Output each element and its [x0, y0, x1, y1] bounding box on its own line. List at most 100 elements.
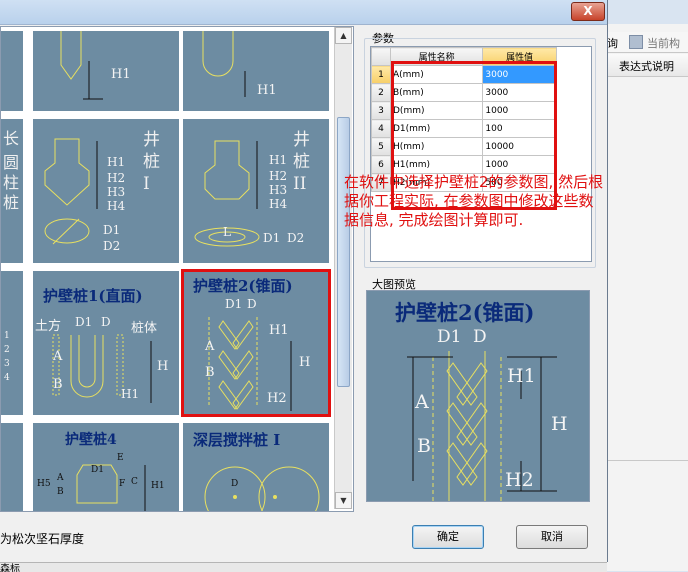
- preview-title: 护壁桩2(锥面): [395, 300, 535, 325]
- gallery-item-title-line: 桩: [3, 193, 20, 212]
- row-number: 4: [371, 119, 391, 138]
- cancel-button[interactable]: 取消: [516, 525, 588, 549]
- gallery-item-label: H3: [269, 183, 288, 197]
- grid-corner: [371, 47, 391, 66]
- gallery-item-label: H2: [107, 171, 126, 185]
- preview-label: H2: [505, 469, 534, 491]
- gallery-item-long-round-pile[interactable]: 长 圆 柱 桩: [1, 119, 23, 263]
- gallery-item-partial-bottom-left[interactable]: [1, 423, 23, 511]
- gallery-item-well-pile-1[interactable]: 井 桩 I H1 H2 H3 H4 D1 D2: [33, 119, 179, 263]
- bottom-description-text: 为松次坚石厚度: [0, 532, 85, 546]
- row-number: 6: [371, 155, 391, 174]
- expression-column-header[interactable]: 表达式说明: [607, 54, 688, 77]
- scroll-down-button[interactable]: ▼: [335, 492, 352, 509]
- gallery-item-label: D1: [103, 223, 121, 237]
- pile-diagram: [202, 31, 246, 97]
- current-component-icon: [629, 35, 643, 49]
- gallery-item-label: H1: [121, 387, 140, 401]
- large-preview: 护壁桩2(锥面) D1 D H1 A B H H2: [366, 290, 590, 502]
- row-number: 5: [371, 137, 391, 156]
- gallery-item-label: B: [53, 377, 63, 392]
- gallery-item-title: 深层搅拌桩 I: [193, 431, 281, 449]
- preview-label: D: [473, 327, 487, 347]
- expression-column-label: 表达式说明: [619, 60, 674, 73]
- annotation-line: 据信息, 完成绘图计算即可.: [344, 211, 524, 229]
- row-number: 2: [371, 83, 391, 102]
- gallery-item-label: B: [57, 487, 64, 497]
- preview-label: D1: [437, 327, 462, 347]
- current-component-toolbar-item[interactable]: 当前构: [647, 35, 680, 51]
- gallery-item-well-pile-2[interactable]: 井 桩 II H1 H2 H3 H4 L D1 D2: [183, 119, 329, 263]
- annotation-line: 在软件中选择护壁桩2的参数图, 然后根: [344, 173, 604, 191]
- gallery-item-label: H: [157, 359, 169, 374]
- gallery-item-pile-top-1[interactable]: H1: [33, 31, 179, 111]
- gallery-item-label: H4: [269, 197, 288, 211]
- gallery-item-retaining-pile-4[interactable]: 护壁桩4 E D1 H5 A B F C H1: [33, 423, 179, 511]
- gallery-item-label: D1: [225, 297, 243, 311]
- gallery-item-label: F: [119, 479, 126, 489]
- gallery-item-label: H1: [111, 67, 131, 82]
- gallery-item-label: H4: [107, 199, 126, 213]
- gallery-item-label: D: [247, 297, 257, 311]
- gallery-item-label: A: [57, 473, 64, 483]
- gallery-item-label: L: [223, 225, 231, 239]
- gallery-item-label: D: [231, 479, 239, 489]
- gallery-item-label: A: [53, 349, 63, 364]
- pile-type-gallery: 长 圆 柱 桩 1 2 3 4 H1 H1 井 桩 I H1 H2 H3 H4 …: [0, 26, 354, 512]
- background-toolbar: 询 当前构: [607, 32, 688, 53]
- preview-label: H1: [507, 365, 536, 387]
- dialog-titlebar: [0, 0, 607, 25]
- gallery-scrollbar[interactable]: ▲ ▼: [334, 27, 352, 509]
- gallery-item-label: D1: [75, 315, 93, 329]
- gallery-item-label: H1: [151, 481, 165, 491]
- gallery-item-label: C: [131, 477, 138, 487]
- gallery-item-label: H2: [269, 169, 288, 183]
- query-toolbar-item[interactable]: 询: [607, 35, 618, 51]
- gallery-item-label: 3: [4, 359, 10, 369]
- gallery-item-label: H1: [257, 83, 277, 98]
- scroll-thumb[interactable]: [337, 117, 350, 387]
- gallery-item-retaining-pile-2-selected[interactable]: 护壁桩2(锥面) D1 D H1 A B H H2: [181, 269, 331, 417]
- gallery-item-label: 桩体: [131, 321, 158, 336]
- scroll-up-button[interactable]: ▲: [335, 27, 352, 44]
- preview-label: H: [551, 413, 568, 435]
- gallery-item-partial-mid-left[interactable]: 1 2 3 4: [1, 271, 23, 415]
- gallery-item-retaining-pile-1[interactable]: 护壁桩1(直面) 土方 D1 D 桩体 A B H H1: [33, 271, 179, 415]
- preview-label: B: [417, 435, 431, 457]
- gallery-item-label: H1: [269, 153, 288, 167]
- annotation-text: 在软件中选择护壁桩2的参数图, 然后根 据你工程实际, 在参数图中修改这些数 据…: [344, 173, 603, 230]
- close-button[interactable]: X: [571, 2, 605, 21]
- gallery-item-title: 护壁桩2(锥面): [193, 277, 293, 295]
- gallery-item-label: B: [205, 365, 215, 380]
- gallery-item-label: D1: [263, 231, 281, 245]
- gallery-item-title: 护壁桩4: [65, 432, 117, 448]
- gallery-item-label: D2: [287, 231, 305, 245]
- gallery-item-label: H3: [107, 185, 126, 199]
- preview-label: A: [415, 391, 429, 413]
- gallery-item-label: E: [117, 453, 124, 463]
- gallery-item-label: D2: [103, 239, 121, 253]
- row-number: 3: [371, 101, 391, 120]
- gallery-item-label: 2: [4, 345, 10, 355]
- gallery-item-label: 4: [4, 373, 10, 383]
- divider: [607, 460, 688, 461]
- background-app-panel: 询 当前构 表达式说明: [607, 24, 688, 571]
- gallery-item-label: D1: [91, 465, 104, 475]
- pile-diagram: [60, 31, 103, 100]
- gallery-item-label: A: [205, 339, 215, 354]
- gallery-item-title: 井 桩 II: [293, 130, 310, 194]
- annotation-line: 据你工程实际, 在参数图中修改这些数: [344, 192, 594, 210]
- gallery-item-label: H1: [269, 323, 289, 338]
- gallery-item-deep-mixing-pile-1[interactable]: 深层搅拌桩 I D: [183, 423, 329, 511]
- gallery-item-pile-top-2[interactable]: H1: [183, 31, 329, 111]
- ok-button[interactable]: 确定: [412, 525, 484, 549]
- gallery-item-label: 土方: [35, 319, 62, 334]
- gallery-item-title-line: 长: [3, 129, 20, 148]
- row-number: 1: [371, 65, 391, 84]
- gallery-item-label: D: [101, 315, 111, 329]
- gallery-item-title: 井 桩 I: [143, 130, 160, 194]
- gallery-item-label: H5: [37, 479, 51, 489]
- gallery-item-partial-top-left[interactable]: [1, 31, 23, 111]
- gallery-item-title: 护壁桩1(直面): [43, 287, 143, 305]
- gallery-item-label: H: [299, 355, 311, 370]
